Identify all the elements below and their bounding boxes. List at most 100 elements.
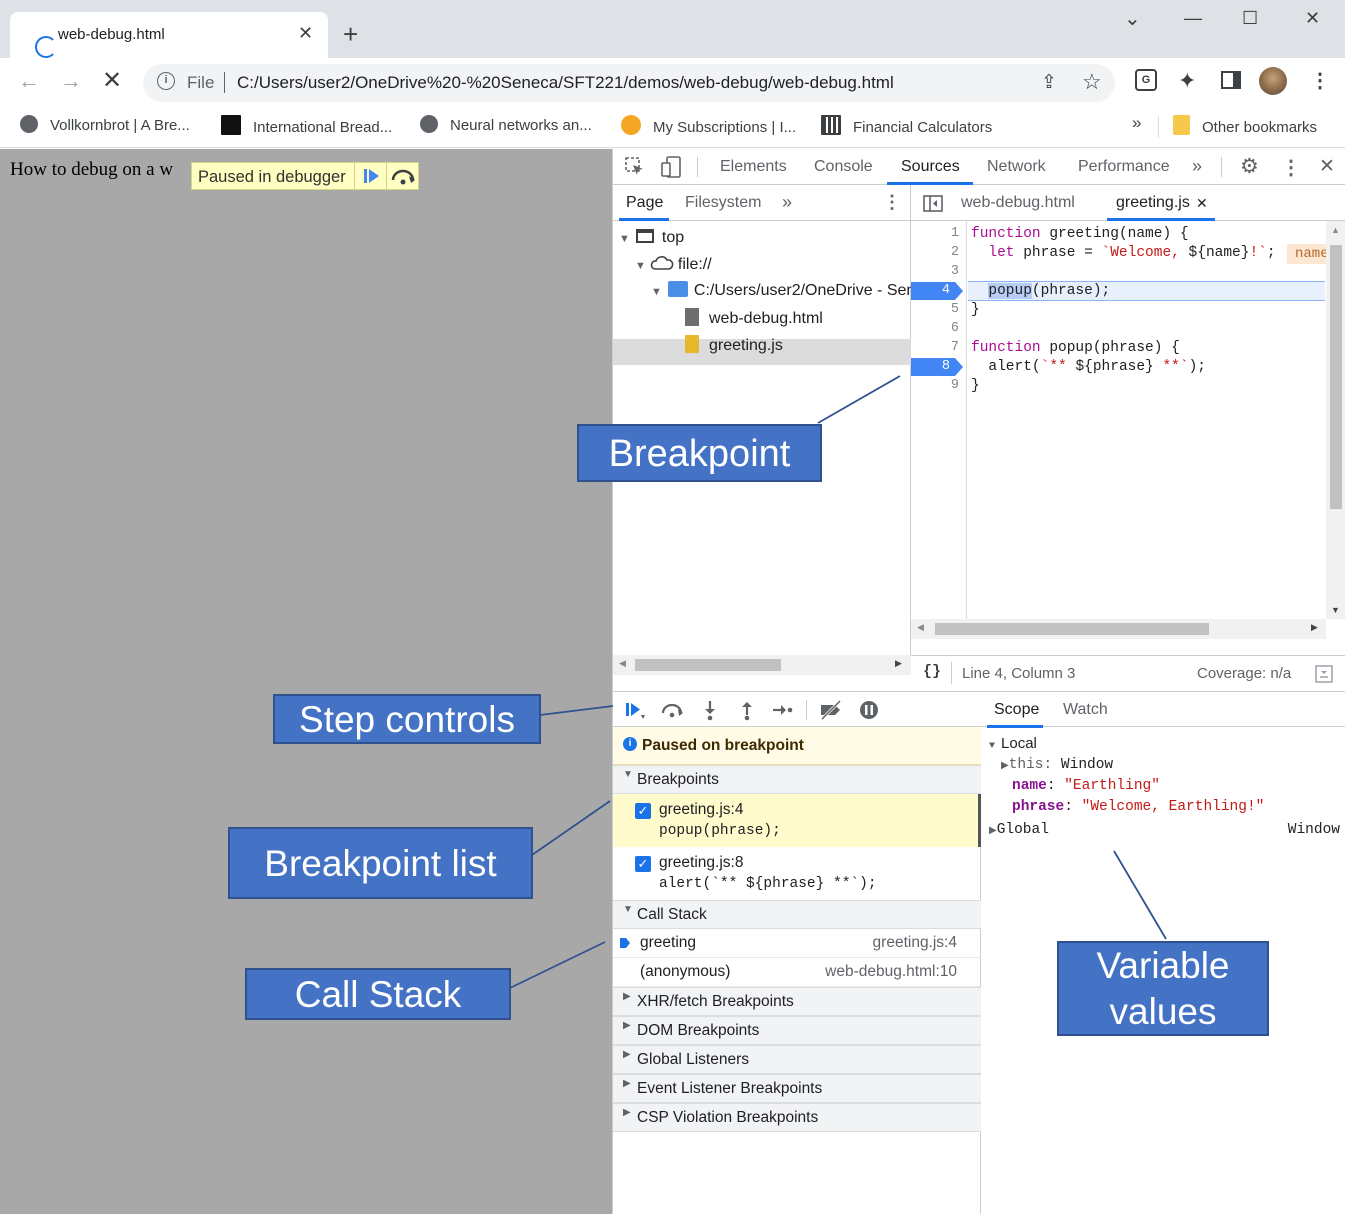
tab-page[interactable]: Page: [626, 194, 663, 212]
call-frame[interactable]: (anonymous) web-debug.html:10: [613, 958, 981, 987]
code-line-1[interactable]: function greeting(name) {: [971, 226, 1189, 242]
line-number[interactable]: 3: [911, 264, 959, 279]
code-line-4[interactable]: popup(phrase);: [971, 283, 1110, 299]
breakpoint-item[interactable]: ✓ greeting.js:8 alert(`** ${phrase} **`)…: [613, 847, 981, 900]
scope-this[interactable]: ▶this: Window: [1001, 757, 1113, 773]
bookmark-neural-networks[interactable]: Neural networks an...: [420, 115, 592, 134]
section-csp-violation-breakpoints[interactable]: ▶ CSP Violation Breakpoints: [613, 1103, 981, 1132]
line-number[interactable]: 1: [911, 226, 959, 241]
tab-close-icon[interactable]: ✕: [298, 23, 313, 44]
address-bar[interactable]: i File C:/Users/user2/OneDrive%20-%20Sen…: [143, 64, 1115, 102]
pretty-print-icon[interactable]: {}: [923, 663, 941, 680]
device-toolbar-icon[interactable]: [661, 156, 683, 178]
stop-loading-icon[interactable]: ✕: [102, 66, 122, 95]
tree-file-web-debug-html[interactable]: web-debug.html: [685, 308, 823, 328]
scroll-right-icon[interactable]: ▶: [1311, 622, 1318, 633]
share-icon[interactable]: ⇪: [1041, 71, 1057, 94]
close-tab-icon[interactable]: ✕: [1196, 195, 1208, 212]
code-line-9[interactable]: }: [971, 378, 980, 394]
code-line-2[interactable]: let phrase = `Welcome, ${name}!`;: [971, 245, 1275, 261]
line-number-gutter[interactable]: 1 2 3 4 5 6 7 8 9: [911, 221, 967, 619]
bookmark-star-icon[interactable]: ☆: [1082, 69, 1102, 95]
tab-elements[interactable]: Elements: [720, 158, 787, 176]
resume-button[interactable]: [621, 698, 647, 722]
tab-filesystem[interactable]: Filesystem: [685, 194, 761, 212]
breakpoint-item-active[interactable]: ✓ greeting.js:4 popup(phrase);: [613, 794, 981, 847]
tree-node-top[interactable]: ▼ top: [619, 229, 684, 247]
tab-scope[interactable]: Scope: [994, 701, 1039, 719]
line-number[interactable]: 7: [911, 340, 959, 355]
minimize-button[interactable]: —: [1184, 8, 1202, 29]
extensions-puzzle-icon[interactable]: ✦: [1178, 68, 1196, 94]
breakpoint-marker-line-8[interactable]: 8: [911, 358, 963, 376]
resume-overlay-button[interactable]: [354, 163, 386, 189]
scrollbar-thumb[interactable]: [1330, 245, 1342, 509]
inspect-element-icon[interactable]: [625, 157, 645, 177]
line-number[interactable]: 5: [911, 302, 959, 317]
scroll-right-icon[interactable]: ▶: [895, 658, 902, 669]
tree-node-origin[interactable]: ▼ file://: [635, 255, 712, 274]
navigator-menu-icon[interactable]: ⋮: [883, 192, 901, 213]
back-arrow-icon[interactable]: ←: [18, 68, 40, 94]
section-xhr-breakpoints[interactable]: ▶ XHR/fetch Breakpoints: [613, 987, 981, 1016]
editor-tab-web-debug-html[interactable]: web-debug.html: [961, 194, 1075, 212]
tab-network[interactable]: Network: [987, 158, 1046, 176]
tree-node-folder[interactable]: ▼ C:/Users/user2/OneDrive - Sen: [651, 281, 915, 300]
scrollbar-thumb[interactable]: [635, 659, 781, 671]
scroll-left-icon[interactable]: ◀: [917, 622, 924, 633]
section-global-listeners[interactable]: ▶ Global Listeners: [613, 1045, 981, 1074]
scope-local-header[interactable]: ▼ Local: [989, 735, 1037, 753]
navigator-more-tabs[interactable]: »: [782, 192, 792, 213]
section-dom-breakpoints[interactable]: ▶ DOM Breakpoints: [613, 1016, 981, 1045]
maximize-button[interactable]: ☐: [1242, 8, 1258, 29]
more-tabs-button[interactable]: »: [1192, 156, 1202, 177]
scroll-down-icon[interactable]: ▼: [1331, 605, 1340, 615]
bookmark-financial-calculators[interactable]: Financial Calculators: [821, 115, 992, 136]
pause-on-exceptions-button[interactable]: [856, 698, 882, 722]
code-line-8[interactable]: alert(`** ${phrase} **`);: [971, 359, 1206, 375]
editor-horizontal-scrollbar[interactable]: ◀ ▶: [911, 619, 1326, 639]
tab-console[interactable]: Console: [814, 158, 873, 176]
site-info-icon[interactable]: i: [157, 72, 175, 90]
breakpoint-checkbox[interactable]: ✓: [635, 856, 651, 872]
step-out-button[interactable]: [734, 698, 760, 722]
code-line-7[interactable]: function popup(phrase) {: [971, 340, 1180, 356]
scope-global-header[interactable]: ▶Global: [989, 822, 1049, 838]
line-number[interactable]: 2: [911, 245, 959, 260]
scroll-left-icon[interactable]: ◀: [619, 658, 626, 669]
bookmark-my-subscriptions[interactable]: My Subscriptions | I...: [621, 115, 796, 136]
bookmarks-overflow-button[interactable]: »: [1132, 113, 1141, 133]
scroll-up-icon[interactable]: ▲: [1331, 225, 1340, 235]
deactivate-breakpoints-button[interactable]: [818, 698, 844, 722]
code-line-5[interactable]: }: [971, 302, 980, 318]
side-panel-icon[interactable]: [1221, 71, 1241, 89]
extension-translate-icon[interactable]: G: [1135, 69, 1157, 91]
scope-var-phrase[interactable]: phrase: "Welcome, Earthling!": [1012, 799, 1264, 815]
tree-file-greeting-js[interactable]: greeting.js: [685, 335, 783, 355]
browser-tab[interactable]: web-debug.html ✕: [10, 12, 328, 58]
bookmark-vollkornbrot[interactable]: Vollkornbrot | A Bre...: [20, 115, 190, 134]
browser-menu-icon[interactable]: ⋮: [1310, 68, 1330, 93]
section-event-listener-breakpoints[interactable]: ▶ Event Listener Breakpoints: [613, 1074, 981, 1103]
navigator-horizontal-scrollbar[interactable]: ◀ ▶: [613, 655, 911, 675]
editor-tab-greeting-js[interactable]: greeting.js: [1116, 194, 1190, 212]
close-devtools-icon[interactable]: ✕: [1319, 155, 1335, 178]
new-tab-button[interactable]: +: [343, 19, 358, 49]
tab-performance[interactable]: Performance: [1078, 158, 1170, 176]
url-text[interactable]: C:/Users/user2/OneDrive%20-%20Seneca/SFT…: [237, 73, 894, 93]
profile-avatar[interactable]: [1259, 67, 1287, 95]
breakpoint-marker-line-4[interactable]: 4: [911, 282, 963, 300]
tab-sources[interactable]: Sources: [901, 158, 960, 176]
tab-search-chevron-icon[interactable]: ⌄: [1124, 6, 1141, 31]
scrollbar-thumb[interactable]: [935, 623, 1209, 635]
settings-gear-icon[interactable]: ⚙: [1240, 154, 1259, 179]
toggle-navigator-icon[interactable]: [923, 195, 943, 212]
step-into-button[interactable]: [697, 698, 723, 722]
forward-arrow-icon[interactable]: →: [60, 68, 82, 94]
customize-menu-icon[interactable]: ⋮: [1281, 155, 1301, 180]
step-over-button[interactable]: [659, 698, 685, 722]
step-button[interactable]: [770, 698, 796, 722]
close-window-button[interactable]: ✕: [1305, 8, 1320, 29]
scope-var-name[interactable]: name: "Earthling": [1012, 778, 1160, 794]
section-breakpoints[interactable]: ▼ Breakpoints: [613, 765, 981, 794]
